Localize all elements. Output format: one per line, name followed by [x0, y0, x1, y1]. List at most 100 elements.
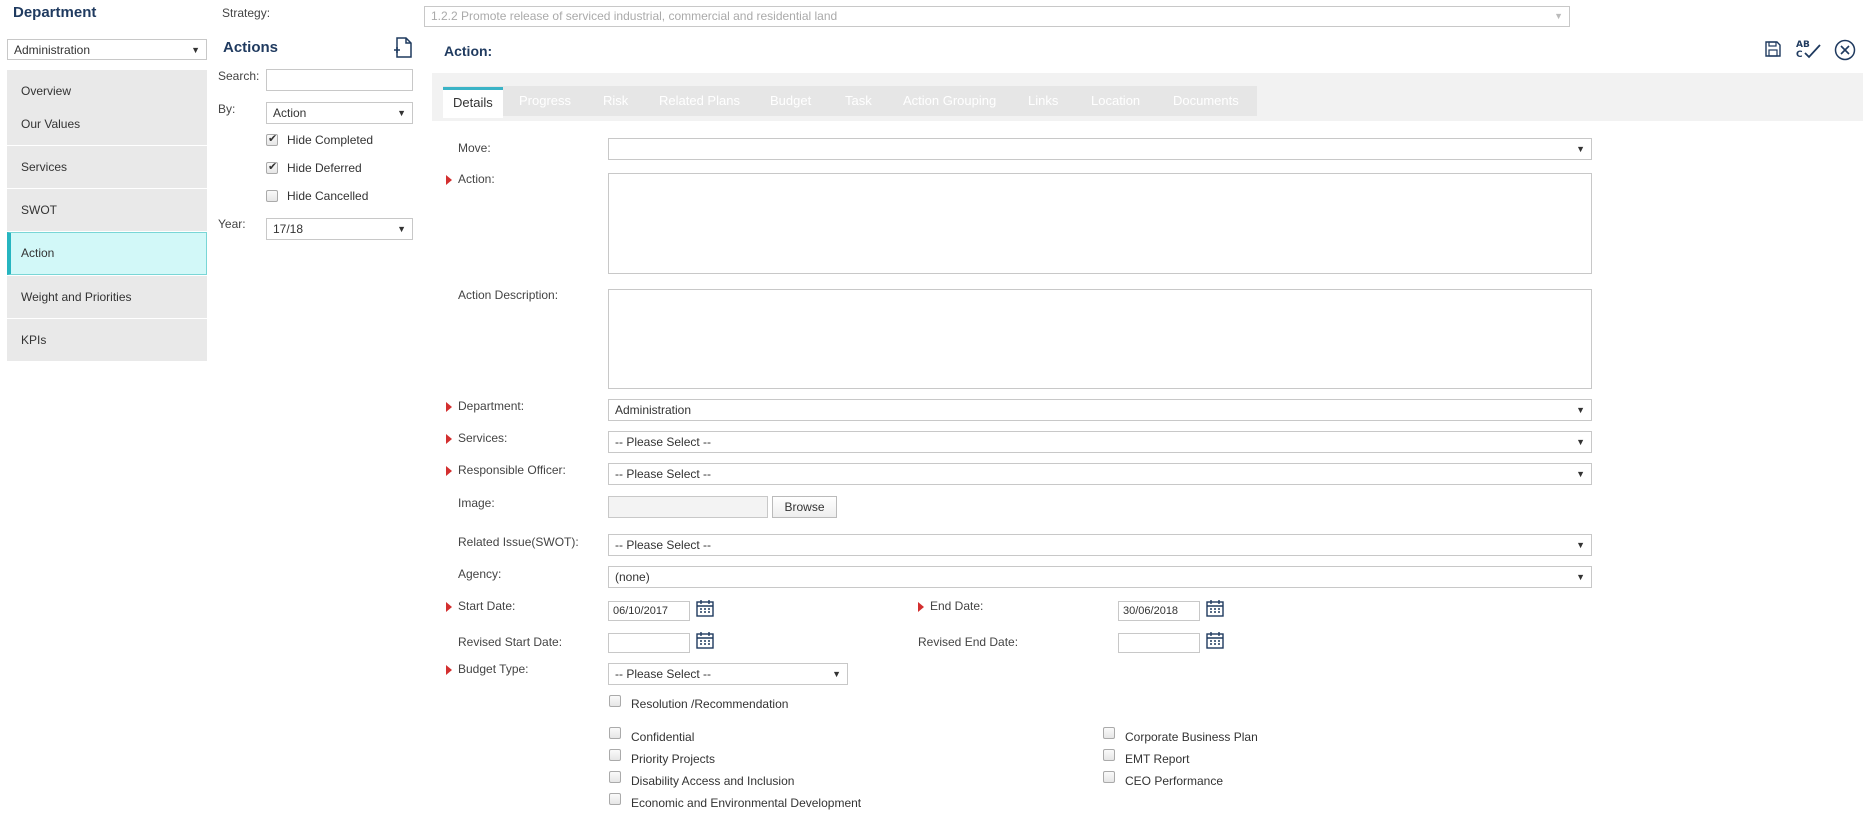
economic-development-checkbox[interactable]: [609, 793, 621, 805]
ceo-performance-label: CEO Performance: [1125, 774, 1224, 788]
action-label: Action:: [446, 172, 495, 186]
end-date-input[interactable]: [1118, 601, 1200, 621]
actions-title: Actions: [223, 39, 279, 56]
image-file-input[interactable]: [608, 496, 768, 518]
corporate-business-plan-label: Corporate Business Plan: [1125, 730, 1258, 744]
chevron-down-icon: ▼: [397, 108, 406, 118]
by-select-value: Action: [273, 106, 307, 120]
tab-location[interactable]: Location: [1091, 86, 1140, 116]
sidebar-item-action[interactable]: Action: [7, 232, 207, 275]
tab-links[interactable]: Links: [1028, 86, 1058, 116]
resolution-checkbox[interactable]: [609, 695, 621, 707]
revised-end-date-input[interactable]: [1118, 633, 1200, 653]
tab-action-grouping[interactable]: Action Grouping: [903, 86, 996, 116]
sidebar-item-kpis[interactable]: KPIs: [7, 319, 207, 361]
related-issue-select[interactable]: -- Please Select -- ▼: [608, 534, 1592, 556]
move-select[interactable]: ▼: [608, 138, 1592, 160]
browse-button[interactable]: Browse: [772, 496, 837, 518]
hide-completed-label: Hide Completed: [287, 133, 374, 147]
svg-text:C: C: [1796, 50, 1803, 60]
budget-type-value: -- Please Select --: [615, 667, 712, 681]
save-icon[interactable]: [1764, 40, 1782, 58]
page-title: Action:: [444, 43, 493, 59]
confidential-label: Confidential: [631, 730, 695, 744]
disability-access-checkbox[interactable]: [609, 771, 621, 783]
calendar-icon[interactable]: [1206, 631, 1224, 649]
calendar-icon[interactable]: [696, 631, 714, 649]
related-issue-label: Related Issue(SWOT):: [458, 535, 579, 549]
year-label: Year:: [218, 217, 246, 231]
sidebar-title: Department: [13, 4, 97, 21]
chevron-down-icon: ▼: [1576, 540, 1585, 550]
chevron-down-icon: ▼: [1576, 469, 1585, 479]
revised-end-date-label: Revised End Date:: [918, 635, 1019, 649]
tab-progress[interactable]: Progress: [519, 86, 571, 116]
priority-projects-checkbox[interactable]: [609, 749, 621, 761]
department-label: Department:: [445, 399, 525, 413]
tab-details[interactable]: Details: [443, 87, 503, 118]
action-description-label: Action Description:: [458, 288, 559, 302]
economic-development-label: Economic and Environmental Development: [631, 796, 862, 810]
revised-start-date-label: Revised Start Date:: [458, 635, 563, 649]
calendar-icon[interactable]: [1206, 599, 1224, 617]
sidebar-item-label: KPIs: [21, 333, 47, 347]
action-textarea[interactable]: [608, 173, 1592, 274]
chevron-down-icon: ▼: [1576, 144, 1585, 154]
sidebar-item-our-values[interactable]: Our Values: [7, 103, 207, 145]
move-label: Move:: [458, 141, 491, 155]
responsible-officer-value: -- Please Select --: [615, 467, 712, 481]
priority-projects-label: Priority Projects: [631, 752, 716, 766]
chevron-down-icon: ▼: [1576, 437, 1585, 447]
chevron-down-icon: ▼: [832, 669, 841, 679]
hide-deferred-checkbox[interactable]: [266, 160, 278, 174]
sidebar-item-swot[interactable]: SWOT: [7, 189, 207, 231]
tab-task[interactable]: Task: [845, 86, 872, 116]
close-icon[interactable]: [1834, 39, 1856, 61]
agency-select-value: (none): [615, 570, 650, 584]
resolution-label: Resolution /Recommendation: [631, 697, 789, 711]
disability-access-label: Disability Access and Inclusion: [631, 774, 795, 788]
sidebar-item-label: Our Values: [21, 117, 81, 131]
spellcheck-icon[interactable]: AB C: [1795, 37, 1823, 61]
image-label: Image:: [458, 496, 495, 510]
revised-start-date-input[interactable]: [608, 633, 690, 653]
hide-completed-checkbox[interactable]: [266, 132, 278, 146]
action-description-textarea[interactable]: [608, 289, 1592, 389]
emt-report-checkbox[interactable]: [1103, 749, 1115, 761]
ceo-performance-checkbox[interactable]: [1103, 771, 1115, 783]
chevron-down-icon: ▼: [191, 45, 200, 55]
strategy-select[interactable]: 1.2.2 Promote release of serviced indust…: [424, 6, 1570, 27]
sidebar-item-label: SWOT: [21, 203, 57, 217]
chevron-down-icon: ▼: [1554, 11, 1563, 21]
sidebar-item-label: Services: [21, 160, 68, 174]
budget-type-label: Budget Type:: [446, 662, 529, 676]
department-select[interactable]: Administration ▼: [7, 39, 207, 60]
tab-documents[interactable]: Documents: [1173, 86, 1239, 116]
search-input[interactable]: [266, 69, 413, 91]
tab-budget[interactable]: Budget: [770, 86, 811, 116]
calendar-icon[interactable]: [696, 599, 714, 617]
strategy-select-value: 1.2.2 Promote release of serviced indust…: [431, 9, 838, 23]
start-date-input[interactable]: [608, 601, 690, 621]
related-issue-value: -- Please Select --: [615, 538, 712, 552]
agency-select[interactable]: (none) ▼: [608, 566, 1592, 588]
add-document-icon[interactable]: [392, 36, 416, 60]
responsible-officer-select[interactable]: -- Please Select -- ▼: [608, 463, 1592, 485]
department-select-value: Administration: [14, 43, 91, 57]
tab-related-plans[interactable]: Related Plans: [659, 86, 740, 116]
year-select[interactable]: 17/18 ▼: [266, 218, 413, 240]
services-label: Services:: [445, 431, 508, 445]
by-label: By:: [218, 102, 236, 116]
sidebar-item-weight-and-priorities[interactable]: Weight and Priorities: [7, 276, 207, 318]
department-field-select[interactable]: Administration ▼: [608, 399, 1592, 421]
hide-cancelled-checkbox[interactable]: [266, 190, 278, 202]
corporate-business-plan-checkbox[interactable]: [1103, 727, 1115, 739]
sidebar-item-services[interactable]: Services: [7, 146, 207, 188]
start-date-label: Start Date:: [445, 599, 516, 613]
services-select[interactable]: -- Please Select -- ▼: [608, 431, 1592, 453]
year-select-value: 17/18: [273, 222, 304, 236]
by-select[interactable]: Action ▼: [266, 102, 413, 124]
budget-type-select[interactable]: -- Please Select -- ▼: [608, 663, 848, 685]
confidential-checkbox[interactable]: [609, 727, 621, 739]
tab-risk[interactable]: Risk: [603, 86, 628, 116]
